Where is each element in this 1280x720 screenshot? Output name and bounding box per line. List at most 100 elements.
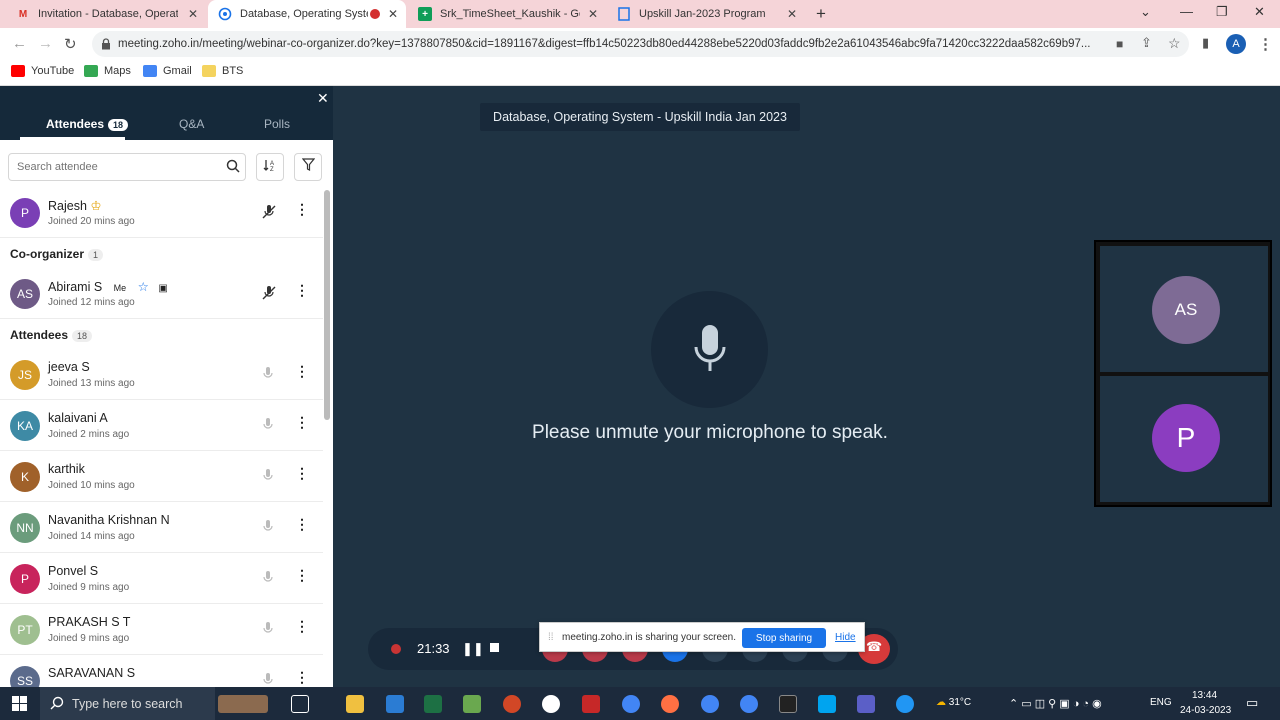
attendee-row[interactable]: SS SARAVANAN S ⋮ [0, 656, 323, 687]
browser-tab-upskill[interactable]: Upskill Jan-2023 Program ✕ [607, 0, 805, 28]
address-bar[interactable]: meeting.zoho.in/meeting/webinar-co-organ… [92, 31, 1189, 57]
sidepanel-icon[interactable]: ▮ [1202, 35, 1209, 51]
powerpoint-icon[interactable] [503, 695, 521, 713]
mic-icon[interactable] [262, 570, 274, 591]
camera-icon[interactable]: ■ [1116, 37, 1123, 51]
more-options-icon[interactable]: ⋮ [295, 568, 309, 582]
tab-qa[interactable]: Q&A [179, 117, 204, 131]
bookmark-youtube[interactable]: YouTube [11, 65, 74, 77]
windows-start-icon[interactable] [12, 696, 27, 716]
attendee-row[interactable]: NN Navanitha Krishnan N Joined 14 mins ago… [0, 503, 323, 553]
close-icon[interactable]: ✕ [388, 7, 398, 21]
new-tab-icon[interactable]: + [816, 4, 826, 24]
mic-muted-icon[interactable] [262, 204, 276, 225]
profile-avatar[interactable]: A [1226, 34, 1246, 54]
video-tile[interactable]: P [1100, 376, 1268, 502]
more-options-icon[interactable]: ⋮ [295, 670, 309, 684]
weather[interactable]: ☁ 31°C [936, 697, 971, 708]
excel-icon[interactable] [424, 695, 442, 713]
file-explorer-icon[interactable] [346, 695, 364, 713]
close-icon[interactable]: ✕ [588, 7, 598, 21]
browser-tab-timesheet[interactable]: + Srk_TimeSheet_Kaushik - Google ✕ [408, 0, 606, 28]
forward-icon[interactable]: → [38, 35, 53, 52]
bookmarks-bar: YouTube Maps Gmail BTS [0, 60, 1280, 86]
more-options-icon[interactable]: ⋮ [295, 619, 309, 633]
app-icon[interactable] [542, 695, 560, 713]
chrome-icon[interactable] [622, 695, 640, 713]
mic-muted-icon[interactable] [262, 285, 276, 306]
app-icon[interactable] [582, 695, 600, 713]
recording-time: 21:33 [417, 641, 450, 656]
stop-sharing-button[interactable]: Stop sharing [742, 628, 826, 648]
share-icon[interactable]: ⇪ [1141, 35, 1152, 51]
close-icon[interactable]: ✕ [787, 7, 797, 21]
more-options-icon[interactable]: ⋮ [295, 415, 309, 429]
sort-button[interactable]: AZ [256, 153, 284, 181]
mic-prompt-circle[interactable] [651, 291, 768, 408]
notifications-icon[interactable]: ▭ [1246, 695, 1258, 711]
pause-icon[interactable]: ❚❚ [462, 641, 484, 657]
tab-attendees[interactable]: Attendees 18 [46, 117, 129, 131]
terminal-icon[interactable] [779, 695, 797, 713]
clock-date[interactable]: 24-03-2023 [1180, 705, 1231, 716]
bookmark-gmail[interactable]: Gmail [143, 65, 192, 77]
mic-icon[interactable] [262, 672, 274, 687]
attendee-row[interactable]: P Ponvel S Joined 9 mins ago ⋮ [0, 554, 323, 604]
app-icon[interactable] [661, 695, 679, 713]
maximize-icon[interactable]: ❐ [1216, 4, 1228, 20]
co-organizer-row[interactable]: AS Abirami S Me ☆ ▣ Joined 12 mins ago ⋮ [0, 269, 323, 319]
attendee-row[interactable]: JS jeeva S Joined 13 mins ago ⋮ [0, 350, 323, 400]
browser-tab-meeting[interactable]: Database, Operating System ✕ [208, 0, 406, 28]
chrome-icon[interactable] [701, 695, 719, 713]
filter-button[interactable] [294, 153, 322, 181]
star-icon[interactable]: ☆ [1168, 35, 1181, 52]
tab-polls[interactable]: Polls [264, 117, 290, 131]
notepad-icon[interactable] [463, 695, 481, 713]
mic-icon[interactable] [262, 519, 274, 540]
search-attendee-input[interactable] [8, 153, 246, 181]
mic-icon[interactable] [262, 417, 274, 438]
close-icon[interactable]: ✕ [188, 7, 198, 21]
stop-recording-icon[interactable] [490, 643, 499, 652]
attendee-row[interactable]: Kkarthik Joined 10 mins ago ⋮ [0, 452, 323, 502]
vscode-icon[interactable] [386, 695, 404, 713]
tray-icons[interactable]: ⌃ ▭ ◫ ⚲ ▣ ◑ ◔ ◉ [1009, 697, 1102, 710]
chrome-icon[interactable] [740, 695, 758, 713]
reload-icon[interactable]: ↻ [64, 35, 77, 53]
taskbar-search[interactable]: Type here to search [40, 687, 215, 720]
more-options-icon[interactable]: ⋮ [295, 364, 309, 378]
search-icon[interactable] [226, 159, 240, 178]
mic-icon[interactable] [262, 468, 274, 489]
video-tile[interactable]: AS [1100, 246, 1268, 372]
hide-link[interactable]: Hide [835, 632, 856, 643]
window-close-icon[interactable]: ✕ [1254, 4, 1265, 20]
help-icon[interactable] [896, 695, 914, 713]
avatar: SS [10, 666, 40, 687]
more-options-icon[interactable]: ⋮ [295, 466, 309, 480]
video-tiles: AS P [1094, 240, 1272, 507]
task-view-icon[interactable] [291, 695, 309, 713]
clock-time[interactable]: 13:44 [1192, 690, 1217, 701]
panel-scrollbar[interactable] [324, 190, 330, 420]
mic-icon[interactable] [262, 366, 274, 387]
mic-icon[interactable] [262, 621, 274, 642]
more-options-icon[interactable]: ⋮ [295, 283, 309, 297]
bookmark-maps[interactable]: Maps [84, 65, 131, 77]
host-row[interactable]: P Rajesh ♔ Joined 20 mins ago ⋮ [0, 188, 323, 238]
menu-icon[interactable]: ⋮ [1258, 35, 1273, 53]
back-icon[interactable]: ← [12, 35, 27, 52]
skype-icon[interactable] [818, 695, 836, 713]
drag-handle-icon[interactable]: ⁞⁞ [548, 632, 554, 643]
teams-icon[interactable] [857, 695, 875, 713]
language-indicator[interactable]: ENG [1150, 697, 1172, 708]
more-options-icon[interactable]: ⋮ [295, 202, 309, 216]
minimize-icon[interactable]: — [1180, 4, 1193, 19]
browser-tab-invitation[interactable]: M Invitation - Database, Operating ✕ [6, 0, 206, 28]
taskbar-pinned-thumbnail[interactable] [218, 695, 268, 713]
attendee-row[interactable]: PT PRAKASH S T Joined 9 mins ago ⋮ [0, 605, 323, 655]
attendee-row[interactable]: KA kalaivani A Joined 2 mins ago ⋮ [0, 401, 323, 451]
more-options-icon[interactable]: ⋮ [295, 517, 309, 531]
chevron-down-icon[interactable]: ⌄ [1140, 4, 1151, 20]
bookmark-bts[interactable]: BTS [202, 65, 243, 77]
close-panel-icon[interactable]: ✕ [317, 90, 329, 107]
